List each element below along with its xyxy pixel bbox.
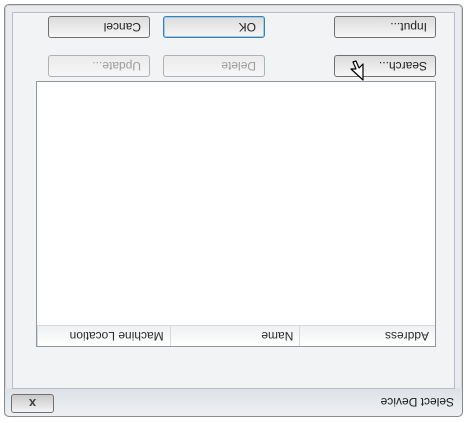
title-bar[interactable]: Select Device x [5,388,462,416]
close-icon: x [28,396,37,411]
arrow-pointer-icon [350,60,364,81]
window-title: Select Device [380,395,454,409]
cancel-button[interactable]: Cancel [48,16,150,38]
delete-button[interactable]: Delete [163,55,265,77]
close-button[interactable]: x [11,394,54,413]
column-header-address[interactable]: Address [299,326,435,346]
ok-button[interactable]: OK [163,16,265,38]
list-header: Address Name Machine Location [37,325,435,346]
input-button[interactable]: Input... [334,16,436,38]
dialog-body: Address Name Machine Location Search... … [12,12,455,389]
device-list[interactable]: Address Name Machine Location [36,81,436,347]
update-button[interactable]: Update... [48,55,150,77]
select-device-dialog: Select Device x Address Name Machine Loc… [4,4,463,417]
column-header-machine-location[interactable]: Machine Location [37,326,170,346]
column-header-name[interactable]: Name [169,326,300,346]
